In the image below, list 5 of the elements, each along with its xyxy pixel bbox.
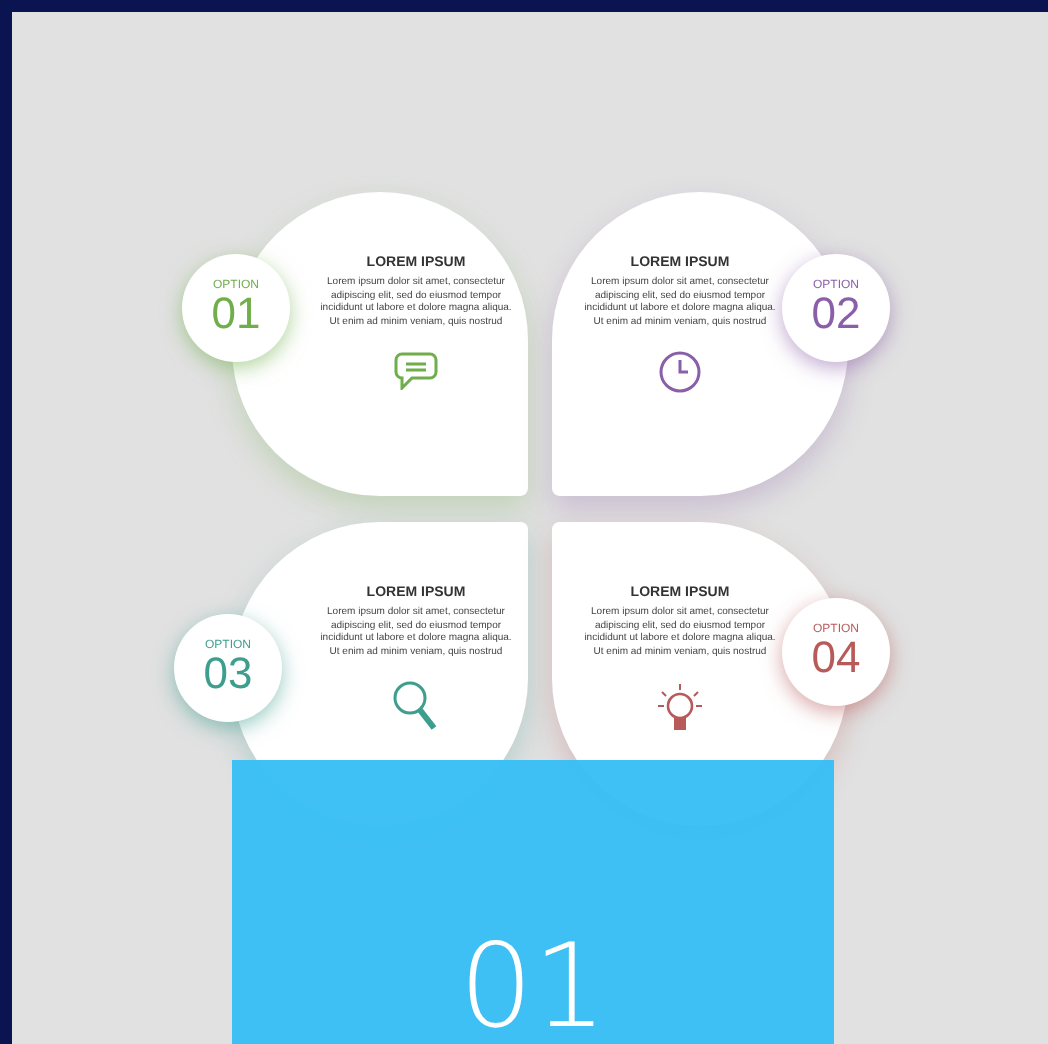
clock-icon bbox=[658, 350, 702, 394]
light-bulb-icon bbox=[654, 680, 706, 732]
speech-bubble-icon bbox=[394, 350, 438, 390]
magnifier-icon bbox=[392, 680, 440, 732]
number-overlay: 01 bbox=[232, 760, 834, 1044]
